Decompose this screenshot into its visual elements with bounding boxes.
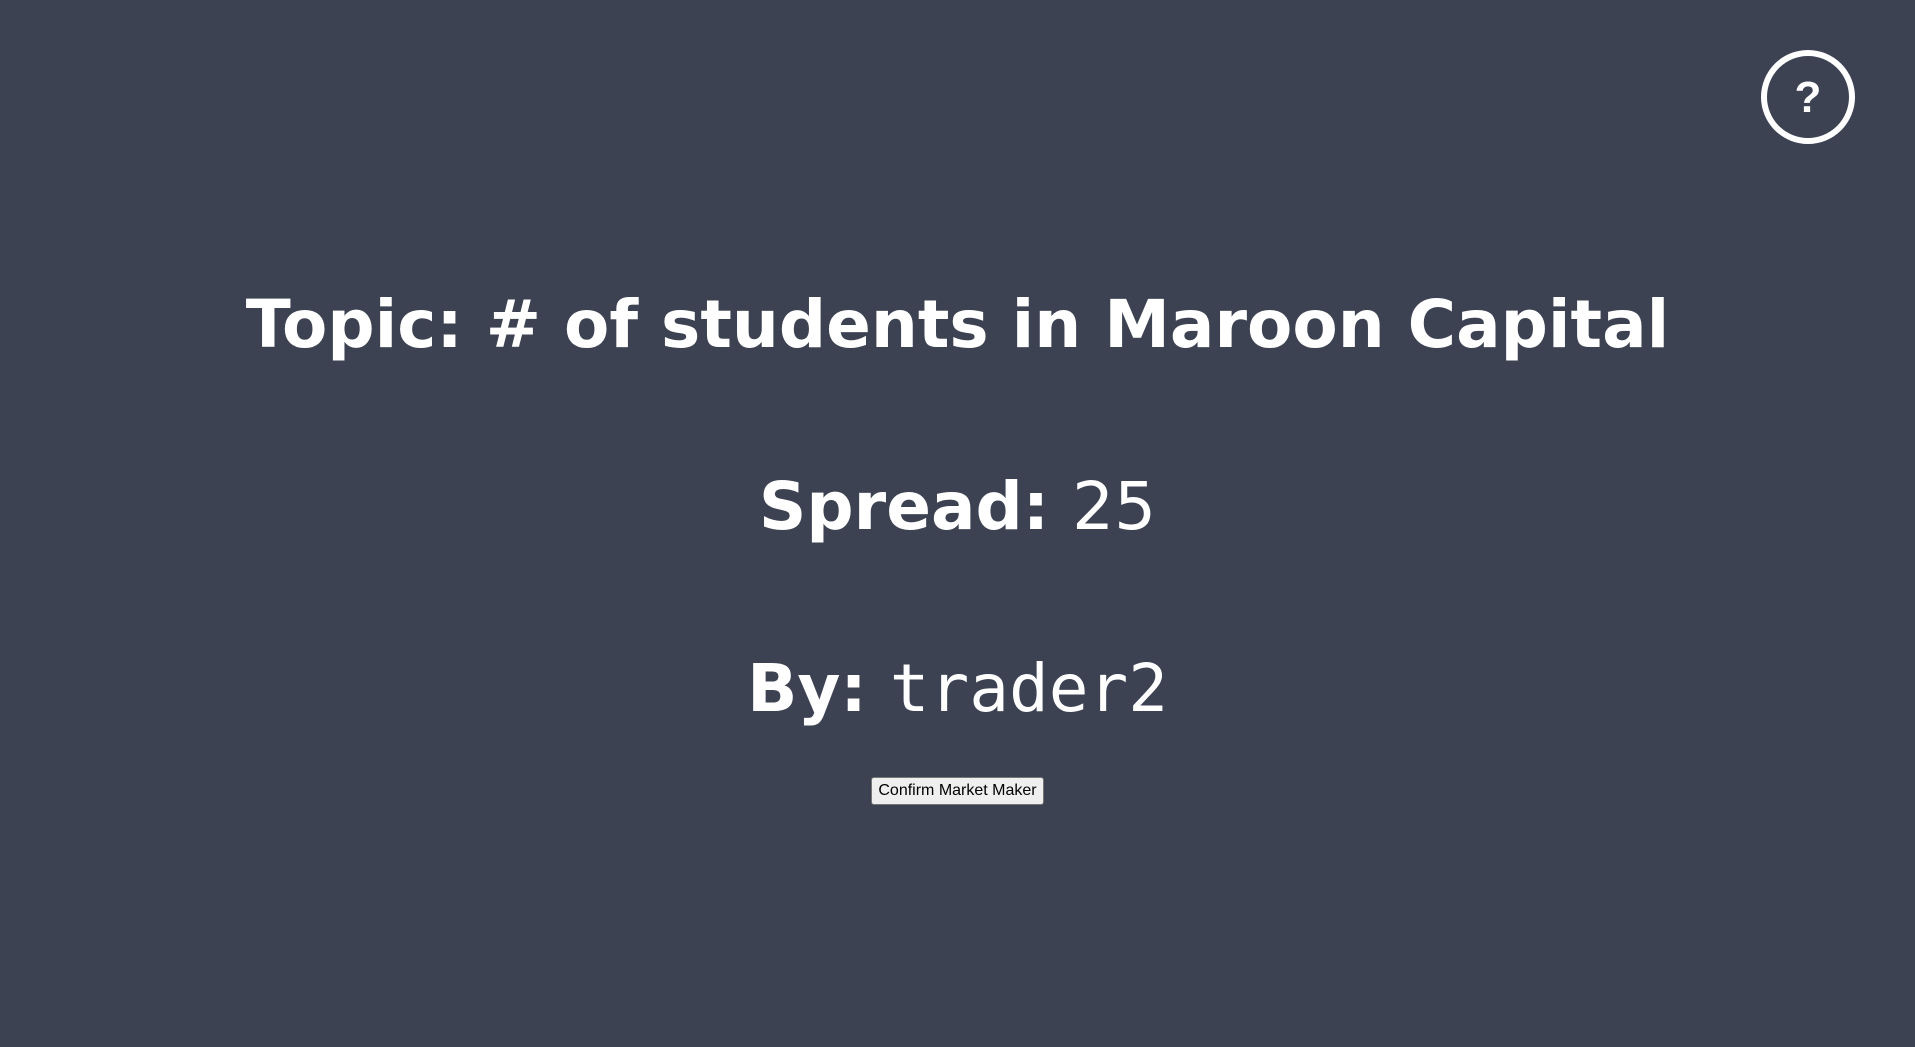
by-heading: By: trader2 bbox=[0, 656, 1915, 722]
confirm-container: Confirm Market Maker bbox=[0, 777, 1915, 805]
help-button[interactable]: ? bbox=[1761, 50, 1855, 144]
confirm-market-maker-button[interactable]: Confirm Market Maker bbox=[871, 777, 1044, 805]
help-icon: ? bbox=[1794, 73, 1822, 122]
spread-heading: Spread: 25 bbox=[0, 474, 1915, 540]
topic-heading: Topic: # of students in Maroon Capital bbox=[0, 292, 1915, 358]
trader-name: trader2 bbox=[889, 650, 1168, 727]
by-label: By: bbox=[747, 650, 867, 727]
topic-value: # of students in Maroon Capital bbox=[485, 286, 1670, 363]
topic-label: Topic: bbox=[245, 286, 463, 363]
spread-label: Spread: bbox=[758, 468, 1050, 545]
spread-value: 25 bbox=[1072, 468, 1157, 545]
